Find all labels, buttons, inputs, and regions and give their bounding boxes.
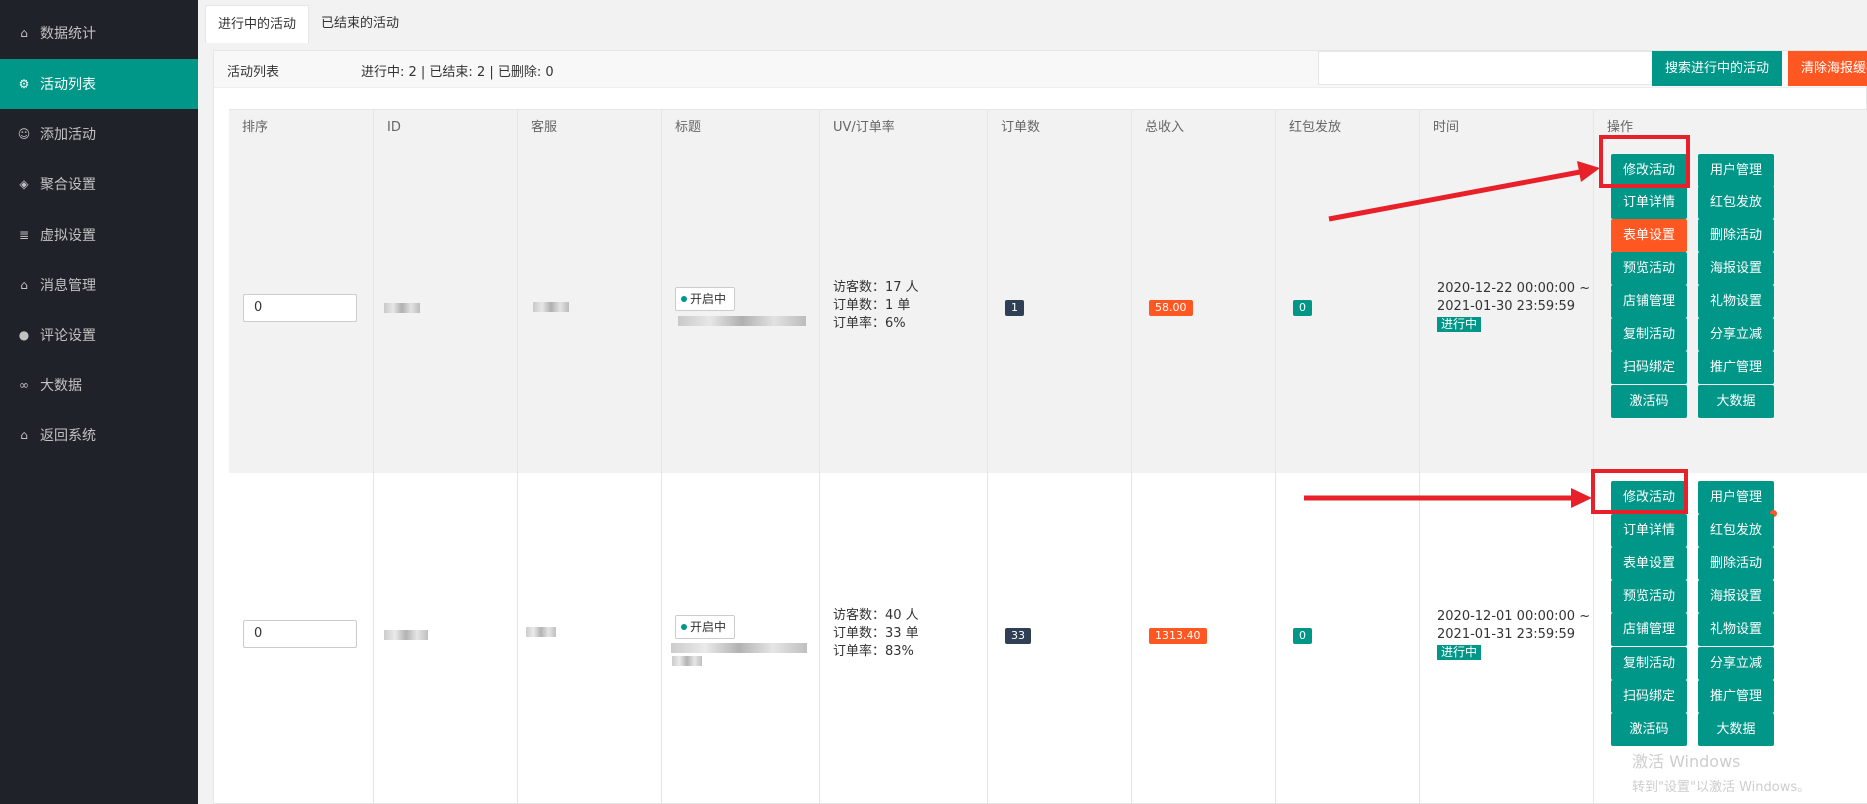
arrow-head — [1571, 488, 1592, 508]
watermark-subtitle: 转到"设置"以激活 Windows。 — [1632, 780, 1811, 795]
watermark-title: 激活 Windows — [1632, 752, 1741, 771]
arrow-line — [1328, 169, 1581, 222]
arrow-head — [1577, 161, 1600, 182]
annotation-arrows — [1304, 161, 1600, 508]
